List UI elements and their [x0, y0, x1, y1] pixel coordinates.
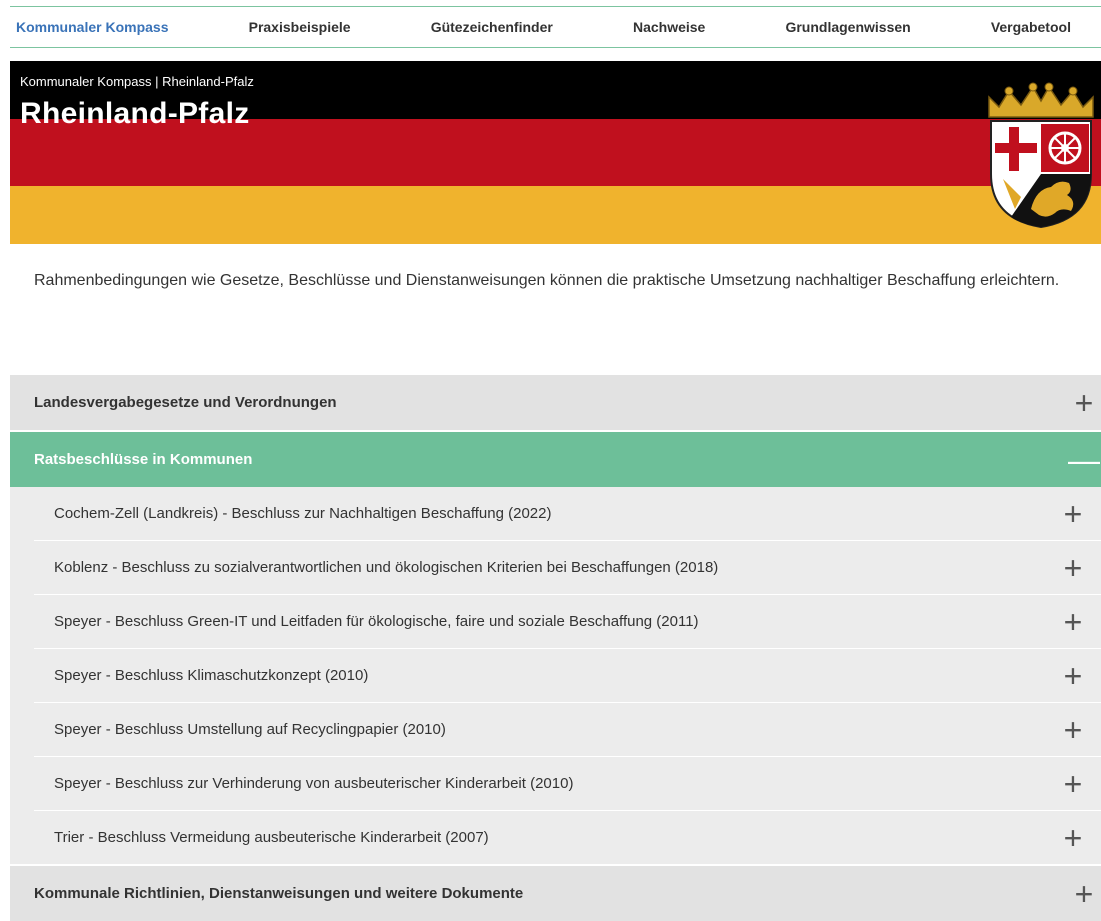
list-item-label: Speyer - Beschluss Green-IT und Leitfade…: [54, 613, 699, 630]
intro-text: Rahmenbedingungen wie Gesetze, Beschlüss…: [34, 272, 1060, 289]
plus-icon[interactable]: +: [1045, 822, 1101, 854]
nav-kommunaler-kompass[interactable]: Kommunaler Kompass: [16, 19, 168, 35]
accordion-section-label: Ratsbeschlüsse in Kommunen: [34, 451, 253, 468]
nav-grundlagenwissen[interactable]: Grundlagenwissen: [785, 19, 910, 35]
list-item-label: Speyer - Beschluss Klimaschutzkonzept (2…: [54, 667, 369, 684]
page-title: Rheinland-Pfalz: [20, 97, 250, 130]
plus-icon[interactable]: +: [1045, 714, 1101, 746]
accordion: Landesvergabegesetze und Verordnungen + …: [10, 375, 1101, 921]
plus-icon[interactable]: +: [1045, 768, 1101, 800]
nav-nachweise[interactable]: Nachweise: [633, 19, 705, 35]
accordion-section-landesvergabegesetze[interactable]: Landesvergabegesetze und Verordnungen +: [10, 375, 1101, 430]
list-item-label: Trier - Beschluss Vermeidung ausbeuteris…: [54, 829, 489, 846]
list-item[interactable]: Trier - Beschluss Vermeidung ausbeuteris…: [34, 811, 1101, 864]
nav-guetezeichenfinder[interactable]: Gütezeichenfinder: [431, 19, 553, 35]
breadcrumb: Kommunaler Kompass | Rheinland-Pfalz: [20, 74, 254, 89]
list-item[interactable]: Speyer - Beschluss zur Verhinderung von …: [34, 757, 1101, 811]
list-item[interactable]: Speyer - Beschluss Klimaschutzkonzept (2…: [34, 649, 1101, 703]
plus-icon[interactable]: +: [1045, 498, 1101, 530]
list-item-label: Speyer - Beschluss zur Verhinderung von …: [54, 775, 574, 792]
plus-icon[interactable]: +: [1045, 606, 1101, 638]
accordion-section-label: Kommunale Richtlinien, Dienstanweisungen…: [34, 885, 524, 902]
accordion-section-kommunale-richtlinien[interactable]: Kommunale Richtlinien, Dienstanweisungen…: [10, 866, 1101, 921]
accordion-section-ratsbeschluesse[interactable]: Ratsbeschlüsse in Kommunen —: [10, 432, 1101, 487]
list-item[interactable]: Koblenz - Beschluss zu sozialverantwortl…: [34, 541, 1101, 595]
list-item-label: Cochem-Zell (Landkreis) - Beschluss zur …: [54, 505, 552, 522]
list-item-label: Speyer - Beschluss Umstellung auf Recycl…: [54, 721, 446, 738]
list-item[interactable]: Speyer - Beschluss Umstellung auf Recycl…: [34, 703, 1101, 757]
nav-vergabetool[interactable]: Vergabetool: [991, 19, 1071, 35]
plus-icon[interactable]: +: [1045, 552, 1101, 584]
list-item-label: Koblenz - Beschluss zu sozialverantwortl…: [54, 559, 719, 576]
minus-icon[interactable]: —: [1067, 444, 1101, 476]
plus-icon[interactable]: +: [1045, 660, 1101, 692]
list-item[interactable]: Cochem-Zell (Landkreis) - Beschluss zur …: [34, 487, 1101, 541]
accordion-subitems: Cochem-Zell (Landkreis) - Beschluss zur …: [10, 487, 1101, 864]
plus-icon[interactable]: +: [1067, 878, 1101, 910]
list-item[interactable]: Speyer - Beschluss Green-IT und Leitfade…: [34, 595, 1101, 649]
flag-band-gold: [10, 186, 1101, 244]
top-navigation: Kommunaler Kompass Praxisbeispiele Gütez…: [10, 6, 1101, 48]
hero-banner: Kommunaler Kompass | Rheinland-Pfalz Rhe…: [10, 61, 1101, 244]
accordion-section-label: Landesvergabegesetze und Verordnungen: [34, 394, 337, 411]
rheinland-pfalz-coat-of-arms-icon: [988, 82, 1094, 229]
nav-praxisbeispiele[interactable]: Praxisbeispiele: [249, 19, 351, 35]
plus-icon[interactable]: +: [1067, 387, 1101, 419]
